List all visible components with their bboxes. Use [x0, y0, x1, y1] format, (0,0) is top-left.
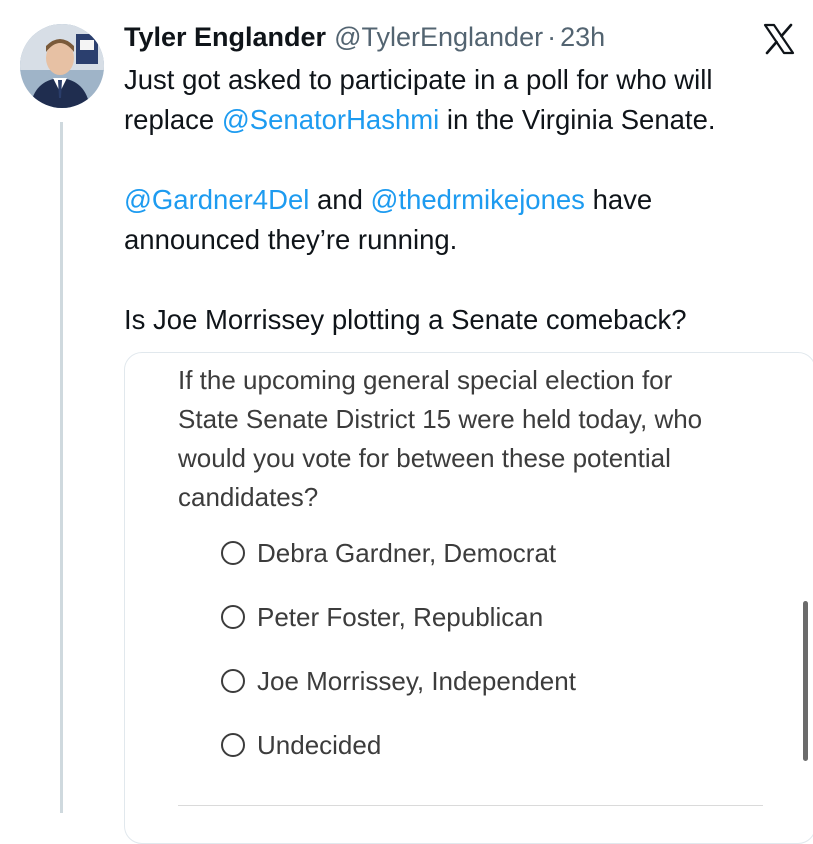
- tweet-text-segment: announced they’re running.: [124, 224, 458, 255]
- mention-link[interactable]: @SenatorHashmi: [222, 104, 439, 135]
- radio-unchecked-icon[interactable]: [221, 669, 245, 693]
- poll-option[interactable]: Joe Morrissey, Independent: [221, 661, 576, 701]
- poll-option-label: Peter Foster, Republican: [257, 601, 544, 632]
- tweet-line: Just got asked to participate in a poll …: [124, 60, 804, 100]
- thread-line: [60, 122, 63, 813]
- divider: [178, 805, 763, 806]
- tweet-line: replace @SenatorHashmi in the Virginia S…: [124, 100, 804, 140]
- poll-option[interactable]: Undecided: [221, 725, 381, 765]
- poll-question-line: candidates?: [178, 482, 319, 512]
- separator-dot: ·: [547, 22, 557, 52]
- poll-option-label: Undecided: [257, 729, 382, 760]
- tweet-text-segment: Is Joe Morrissey plotting a Senate comeb…: [124, 304, 687, 335]
- poll-screenshot-card[interactable]: If the upcoming general special election…: [124, 352, 813, 844]
- poll-question: If the upcoming general special election…: [178, 361, 778, 517]
- tweet-text-segment: in the Virginia Senate.: [439, 104, 716, 135]
- radio-unchecked-icon[interactable]: [221, 733, 245, 757]
- poll-question-line: would you vote for between these potenti…: [178, 443, 671, 473]
- tweet-header: Tyler Englander @TylerEnglander · 23h: [124, 22, 605, 56]
- mention-link[interactable]: @thedrmikejones: [371, 184, 585, 215]
- tweet-line: @Gardner4Del and @thedrmikejones have: [124, 180, 804, 220]
- poll-option-label: Debra Gardner, Democrat: [257, 537, 557, 568]
- tweet-line: Is Joe Morrissey plotting a Senate comeb…: [124, 300, 804, 340]
- poll-option[interactable]: Peter Foster, Republican: [221, 597, 543, 637]
- tweet-text-segment: replace: [124, 104, 222, 135]
- tweet-text-segment: and: [309, 184, 371, 215]
- poll-option-label: Joe Morrissey, Independent: [257, 665, 576, 696]
- avatar-image: [20, 24, 104, 108]
- poll-question-line: If the upcoming general special election…: [178, 365, 673, 395]
- author-handle[interactable]: @TylerEnglander: [334, 22, 543, 53]
- tweet-line: announced they’re running.: [124, 220, 804, 260]
- avatar[interactable]: [20, 24, 104, 108]
- radio-unchecked-icon[interactable]: [221, 541, 245, 565]
- author-name[interactable]: Tyler Englander: [124, 22, 326, 53]
- tweet-text-segment: have: [584, 184, 653, 215]
- mention-link[interactable]: @Gardner4Del: [124, 184, 309, 215]
- x-logo-icon[interactable]: [762, 22, 796, 56]
- tweet-text: Just got asked to participate in a poll …: [124, 60, 804, 340]
- timestamp[interactable]: 23h: [560, 22, 605, 53]
- poll-question-line: State Senate District 15 were held today…: [178, 404, 703, 434]
- poll-option[interactable]: Debra Gardner, Democrat: [221, 533, 556, 573]
- radio-unchecked-icon[interactable]: [221, 605, 245, 629]
- tweet-text-segment: Just got asked to participate in a poll …: [124, 64, 713, 95]
- scrollbar-thumb[interactable]: [803, 601, 808, 761]
